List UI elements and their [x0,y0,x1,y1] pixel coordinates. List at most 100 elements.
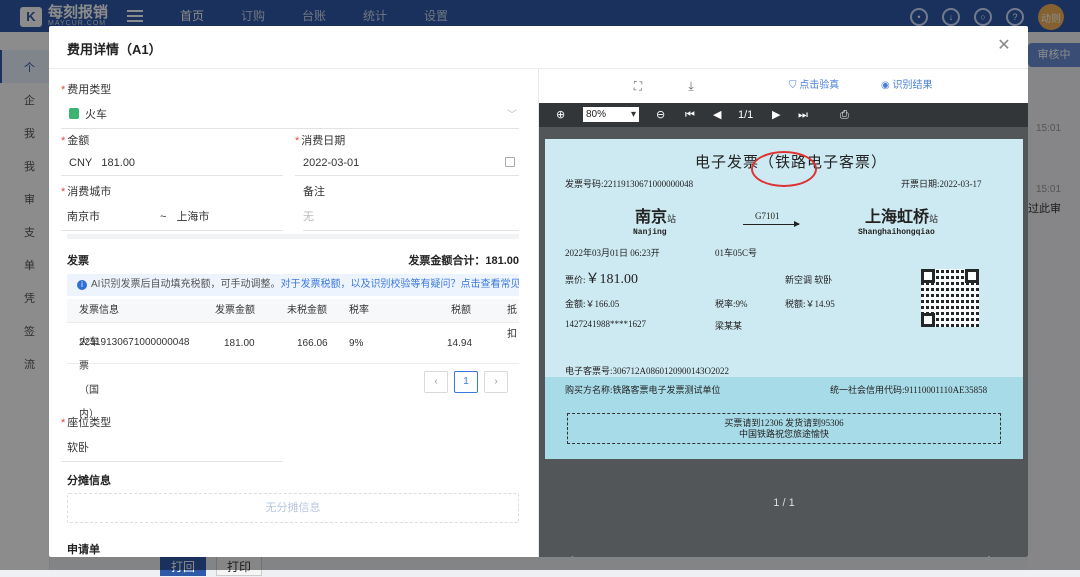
faq-link[interactable]: 对于发票税额，以及识别校验等有疑问？点击查看常见问题 [280,279,519,290]
from-station: 南京站 [635,209,677,226]
car-seat: 01车05C号 [715,248,758,258]
date-input[interactable]: 2022-03-01 [295,157,519,176]
official-seal [751,151,817,187]
tip-text: AI识别发票后自动填充税额，可手动调整。 [91,279,281,290]
pagination: ‹ 1 › [424,371,508,393]
close-icon[interactable]: ✕ [994,36,1014,56]
last-page-icon[interactable]: ⏭ [798,103,808,127]
currency-code: CNY [69,157,93,169]
fullscreen-icon[interactable]: ⛶ [631,79,645,93]
expense-type-select[interactable]: 火车 ﹀ [61,106,519,129]
date-value: 2022-03-01 [303,157,360,169]
qr-code [921,269,979,327]
ticket-tax: 税额:￥14.95 [785,299,835,309]
train-icon [69,108,79,119]
zoom-in-icon[interactable]: ⊕ [556,103,565,127]
invoice-total: 发票金额合计：181.00 [408,255,519,267]
download-icon[interactable]: ⤓ [684,79,698,93]
split-empty-box: 无分摊信息 [67,493,519,523]
expense-type-value: 火车 [85,109,107,121]
required-mark: * [61,84,66,96]
next-arrow-icon[interactable]: › [987,549,994,558]
direction-arrow [743,221,800,227]
tax-cell: 14.94 [447,338,473,349]
page-indicator: 1/1 [738,109,754,121]
remark-label: 备注 [303,186,325,198]
departure-time: 2022年03月01日 06:23开 [565,248,660,258]
credit-code: 统一社会信用代码:91110001110AE35858 [830,385,988,395]
verify-label: 点击验真 [799,80,840,91]
section-divider [67,234,519,239]
to-pinyin: Shanghaihongqiao [858,228,935,237]
table-row[interactable]: 火车票（国内） 22119130671000000048 181.00 166.0… [67,324,519,420]
invoice-preview-pane: ⛶ ⤓ ⛉ 点击验真 ◉ 识别结果 ⊕ 80% ⊖ ⏮ ◀ 1/1 ▶ ⏭ ⎙ … [538,69,1028,557]
to-station: 上海虹桥站 [865,209,939,226]
first-page-icon[interactable]: ⏮ [685,103,695,127]
verify-button[interactable]: ⛉ 点击验真 [789,69,839,103]
col-invoice-info: 发票信息 [79,305,119,316]
e-ticket-number: 电子客票号:306712A0860120900143O2022 [565,366,729,376]
passenger-name: 梁某某 [715,321,743,331]
print-icon[interactable]: ⎙ [840,103,849,127]
expense-type-field: * 费用类型 火车 ﹀ [61,81,519,129]
col-tax: 税额 [451,305,471,316]
prev-page-button[interactable]: ‹ [424,371,448,393]
city-range-input[interactable]: 南京市 ~ 上海市 [61,208,283,231]
pdf-page: 电子发票（铁路电子客票） 发票号码:22119130671000000048 开… [545,139,1023,459]
next-page-icon[interactable]: ▶ [772,103,780,127]
expense-type-label: 费用类型 [67,84,112,96]
city-from: 南京市 [67,211,100,223]
ai-tip-banner: i AI识别发票后自动填充税额，可手动调整。对于发票税额，以及识别校验等有疑问？点… [67,274,519,296]
expense-detail-modal: 费用详情（A1） ✕ * 费用类型 火车 ﹀ * 金额 CNY 181.00 * 消费日… [49,26,1028,557]
invoice-section-title: 发票 [67,255,89,267]
id-number: 1427241988****1627 [565,319,646,329]
required-mark: * [295,135,300,147]
amount-field: * 金额 CNY 181.00 [61,132,283,176]
next-page-button[interactable]: › [484,371,508,393]
ticket-amount: 金额:￥166.05 [565,299,620,309]
request-section-title: 申请单 [67,544,100,556]
date-field: * 消费日期 2022-03-01 [295,132,519,176]
ticket-tax-rate: 税率:9% [715,299,748,309]
prev-page-icon[interactable]: ◀ [713,103,721,127]
city-field: * 消费城市 南京市 ~ 上海市 [61,183,283,231]
city-to: 上海市 [176,211,210,223]
invoice-number: 发票号码:22119130671000000048 [565,179,694,189]
info-icon: i [77,280,87,290]
col-invoice-amount: 发票金额 [215,305,255,316]
buyer-name: 购买方名称:铁路客票电子发票测试单位 [565,385,721,395]
pdf-toolbar: ⊕ 80% ⊖ ⏮ ◀ 1/1 ▶ ⏭ ⎙ [539,103,1028,127]
col-tax-rate: 税率 [349,305,369,316]
zoom-out-icon[interactable]: ⊖ [656,103,665,127]
tax-rate-cell: 9% [349,338,364,349]
city-label: 消费城市 [67,186,112,198]
train-number: G7101 [755,211,780,221]
modal-title: 费用详情（A1） [67,42,162,57]
seat-type-value[interactable]: 软卧 [61,439,283,462]
page-number-button[interactable]: 1 [454,371,478,393]
page-count: 1 / 1 [773,497,795,509]
untaxed-amount-cell: 166.06 [297,338,328,349]
amount-label: 金额 [67,135,90,147]
eye-icon: ◉ [881,80,893,91]
result-label: 识别结果 [892,80,933,91]
col-untaxed-amount: 未税金额 [287,305,327,316]
recognition-result-button[interactable]: ◉ 识别结果 [881,69,933,103]
amount-input[interactable]: CNY 181.00 [61,157,283,176]
shield-icon: ⛉ [789,80,800,91]
chevron-down-icon: ﹀ [507,110,517,121]
remark-placeholder: 无 [303,211,314,223]
issue-date: 开票日期:2022-03-17 [901,179,982,189]
seat-class: 新空调 软卧 [785,275,833,285]
invoice-amount-cell: 181.00 [224,338,255,349]
seat-type-field: * 座位类型 软卧 [61,414,283,462]
modal-header: 费用详情（A1） ✕ [49,26,1028,69]
date-label: 消费日期 [301,135,346,147]
from-pinyin: Nanjing [633,228,667,237]
calendar-icon [505,157,515,167]
preview-toolbar: ⛶ ⤓ ⛉ 点击验真 ◉ 识别结果 [539,69,1028,103]
remark-textarea[interactable]: 无 [303,208,519,231]
zoom-select[interactable]: 80% [583,107,639,122]
required-mark: * [61,417,66,429]
prev-arrow-icon[interactable]: ‹ [567,549,574,558]
